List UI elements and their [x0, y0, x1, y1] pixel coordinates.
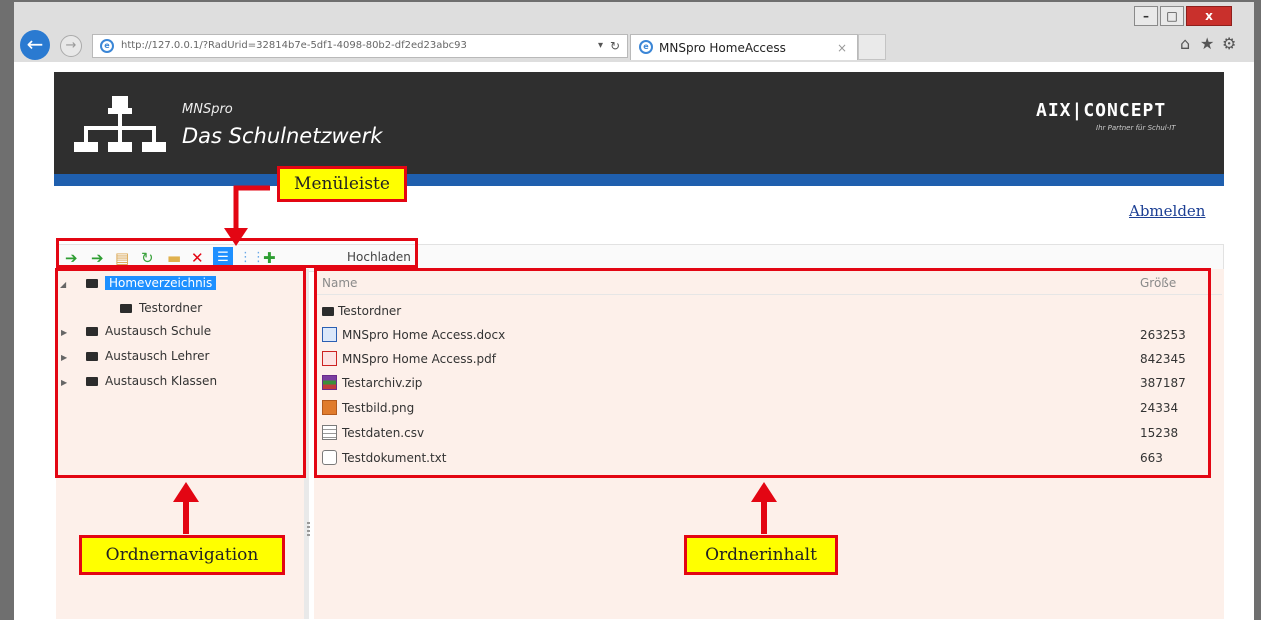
logo-tagline: Ihr Partner für Schul-IT: [1096, 124, 1176, 132]
ie-logo-icon: e: [639, 40, 653, 54]
brand-small: MNSpro: [182, 102, 233, 117]
minimize-button[interactable]: –: [1134, 6, 1158, 26]
tree-highlight-box: [55, 268, 306, 478]
address-bar[interactable]: e http://127.0.0.1/?RadUrid=32814b7e-5df…: [92, 34, 628, 58]
web-page: MNSpro Das Schulnetzwerk AIX|CONCEPT Ihr…: [14, 62, 1254, 620]
home-icon[interactable]: ⌂: [1180, 34, 1190, 53]
settings-gear-icon[interactable]: ⚙: [1222, 34, 1236, 53]
site-header: MNSpro Das Schulnetzwerk AIX|CONCEPT Ihr…: [54, 72, 1224, 180]
callout-menubar: Menüleiste: [277, 166, 407, 202]
favorites-star-icon[interactable]: ★: [1200, 34, 1214, 53]
refresh-icon[interactable]: ↻: [610, 35, 620, 57]
ie-logo-icon: e: [100, 39, 114, 53]
arrow-to-content-icon: [751, 482, 777, 534]
back-arrow-icon[interactable]: ←: [20, 30, 50, 60]
callout-folder-nav: Ordnernavigation: [79, 535, 285, 575]
search-dropdown-icon[interactable]: ▾: [598, 35, 603, 57]
address-text: http://127.0.0.1/?RadUrid=32814b7e-5df1-…: [121, 40, 467, 51]
browser-window: – □ x ← → e http://127.0.0.1/?RadUrid=32…: [0, 0, 1261, 620]
brand-large: Das Schulnetzwerk: [182, 124, 383, 148]
forward-arrow-icon[interactable]: →: [60, 35, 82, 57]
callout-folder-content: Ordnerinhalt: [684, 535, 838, 575]
new-tab-button[interactable]: [858, 34, 886, 60]
arrow-to-tree-icon: [173, 482, 199, 534]
pane-splitter[interactable]: [307, 522, 310, 538]
browser-tab[interactable]: e MNSpro HomeAccess ×: [630, 34, 858, 60]
content-highlight-box: [314, 268, 1211, 478]
tab-title: MNSpro HomeAccess: [659, 41, 786, 55]
close-button[interactable]: x: [1186, 6, 1232, 26]
arrow-to-toolbar-icon: [224, 185, 270, 246]
aixconcept-logo: AIX|CONCEPT: [1036, 100, 1167, 121]
logout-link[interactable]: Abmelden: [1129, 202, 1205, 220]
maximize-button[interactable]: □: [1160, 6, 1184, 26]
network-logo-icon: [74, 96, 166, 152]
tab-close-icon[interactable]: ×: [837, 35, 847, 61]
